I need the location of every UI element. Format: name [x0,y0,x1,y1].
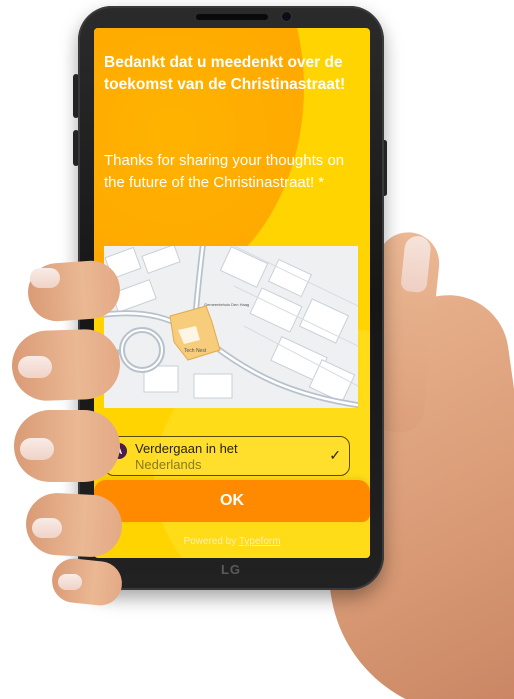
device-brand: LG [220,562,242,577]
powered-by: Powered by Typeform [94,536,370,547]
thank-you-subheading: Thanks for sharing your thoughts on the … [104,152,345,191]
language-choice[interactable]: A Verdergaan in het Nederlands ✓ [104,436,350,476]
map-image: Tech Nest Gemeentehuis Den Haag [104,246,358,408]
front-camera-icon [282,12,291,21]
ok-button[interactable]: OK [94,480,370,522]
thank-you-heading: Bedankt dat u meedenkt over de toekomst … [104,54,346,93]
map-place-label: Gemeentehuis Den Haag [204,302,249,307]
fingernail [30,268,60,288]
map-graphic: Tech Nest Gemeentehuis Den Haag [104,246,358,408]
fingernail [32,518,62,538]
fingernail [18,356,52,378]
stage: LG Bedankt dat u meedenkt over de toekom… [0,0,514,699]
fingernail [20,438,54,460]
map-building-label: Tech Nest [184,348,207,354]
typeform-link[interactable]: Typeform [239,536,281,547]
choice-label: Verdergaan in het Nederlands [135,441,315,473]
choice-label-line1: Verdergaan in het [135,441,238,456]
earpiece [196,14,268,20]
choice-label-line2: Nederlands [135,457,202,472]
powered-by-prefix: Powered by [183,536,237,547]
phone-screen: Bedankt dat u meedenkt over de toekomst … [94,28,370,558]
fingernail [58,574,82,590]
checkmark-icon: ✓ [329,447,341,463]
